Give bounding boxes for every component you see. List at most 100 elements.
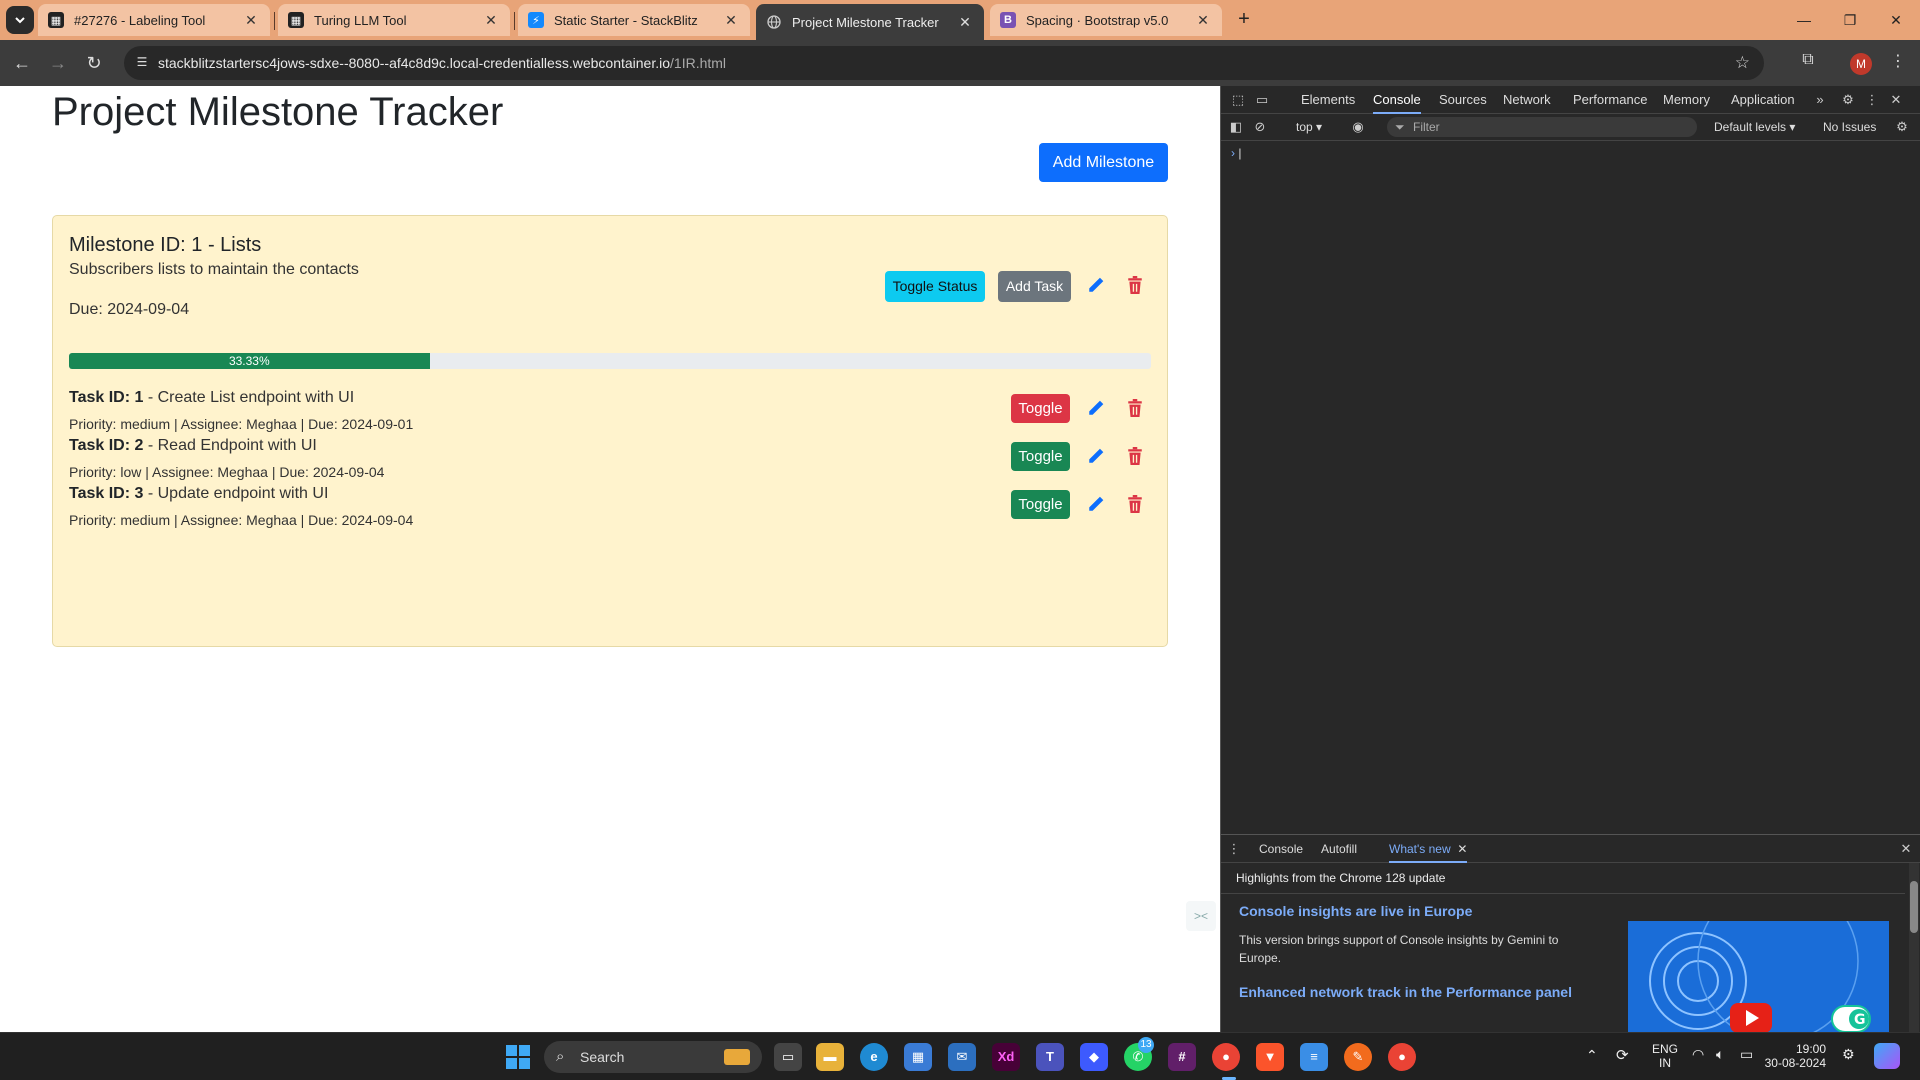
browser-tab-milestone-tracker[interactable]: Project Milestone Tracker ✕ xyxy=(756,4,984,40)
delete-milestone-icon[interactable] xyxy=(1127,276,1147,296)
add-task-button[interactable]: Add Task xyxy=(998,271,1071,302)
grammarly-icon[interactable]: G xyxy=(1831,1005,1871,1033)
drawer-tab-autofill[interactable]: Autofill xyxy=(1321,835,1357,863)
notepad-icon[interactable]: ≡ xyxy=(1300,1043,1328,1071)
chrome-profile-icon[interactable]: ● xyxy=(1388,1043,1416,1071)
extensions-icon[interactable]: ⧉ xyxy=(1796,51,1820,69)
volume-icon[interactable]: 🔈︎ xyxy=(1716,1046,1724,1063)
reload-button[interactable]: ↻ xyxy=(82,51,106,75)
task-title: Task ID: 3 - Update endpoint with UI xyxy=(69,485,329,502)
drawer-menu-icon[interactable]: ⋮ xyxy=(1225,840,1243,858)
whats-new-item-title[interactable]: Console insights are live in Europe xyxy=(1239,903,1472,919)
tab-title: Project Milestone Tracker xyxy=(792,14,939,30)
devtools-tab-sources[interactable]: Sources xyxy=(1439,86,1487,114)
sync-icon[interactable]: ⟳ xyxy=(1616,1046,1629,1064)
copilot-icon[interactable]: ◆ xyxy=(1080,1043,1108,1071)
issues-counter[interactable]: No Issues xyxy=(1823,120,1876,134)
devtools-menu-icon[interactable]: ⋮ xyxy=(1863,91,1881,109)
close-icon[interactable]: ✕ xyxy=(1194,12,1212,29)
eye-icon[interactable]: ◉ xyxy=(1349,118,1367,136)
wifi-icon[interactable]: ◠ xyxy=(1692,1046,1704,1063)
close-icon[interactable]: ✕ xyxy=(1887,91,1905,109)
address-bar[interactable]: ☰ stackblitzstartersc4jows-sdxe--8080--a… xyxy=(124,46,1764,80)
taskbar-search[interactable]: ⌕ Search xyxy=(544,1041,762,1073)
inspect-element-icon[interactable]: ⬚ xyxy=(1229,91,1247,109)
minimize-button[interactable]: — xyxy=(1784,8,1824,32)
close-icon[interactable]: ✕ xyxy=(242,12,260,29)
delete-task-icon[interactable] xyxy=(1127,399,1147,419)
forward-button[interactable]: → xyxy=(46,51,70,75)
clear-console-icon[interactable]: ⊘ xyxy=(1251,118,1269,136)
notifications-icon[interactable]: ⚙ xyxy=(1842,1046,1855,1063)
drawer-scrollbar-thumb[interactable] xyxy=(1910,881,1918,933)
edge-icon[interactable]: e xyxy=(860,1043,888,1071)
log-levels-dropdown[interactable]: Default levels ▾ xyxy=(1714,120,1795,134)
browser-tab-labeling-tool[interactable]: ▦ #27276 - Labeling Tool ✕ xyxy=(38,4,270,36)
devtools-tab-memory[interactable]: Memory xyxy=(1663,86,1710,114)
toggle-task-button[interactable]: Toggle xyxy=(1011,394,1070,423)
milestone-title: Milestone ID: 1 - Lists xyxy=(69,234,262,256)
browser-tab-bootstrap[interactable]: B Spacing · Bootstrap v5.0 ✕ xyxy=(990,4,1222,36)
context-selector[interactable]: top ▾ xyxy=(1296,120,1322,134)
toggle-task-button[interactable]: Toggle xyxy=(1011,442,1070,471)
show-hidden-icons[interactable]: ⌃ xyxy=(1586,1047,1598,1064)
edit-milestone-icon[interactable] xyxy=(1087,276,1107,296)
console-settings-icon[interactable]: ⚙ xyxy=(1893,118,1911,136)
more-tabs-icon[interactable]: » xyxy=(1811,91,1829,109)
file-explorer-icon[interactable]: ▬ xyxy=(816,1043,844,1071)
add-milestone-button[interactable]: Add Milestone xyxy=(1039,143,1168,182)
windows-start-icon[interactable] xyxy=(506,1045,530,1069)
devtools-tab-console[interactable]: Console xyxy=(1373,86,1421,114)
store-icon[interactable]: ▦ xyxy=(904,1043,932,1071)
delete-task-icon[interactable] xyxy=(1127,495,1147,515)
battery-icon[interactable]: ▭ xyxy=(1740,1046,1753,1063)
adobe-xd-icon[interactable]: Xd xyxy=(992,1043,1020,1071)
close-drawer-icon[interactable]: ✕ xyxy=(1897,840,1915,858)
sidebar-toggle-icon[interactable]: ◧ xyxy=(1227,118,1245,136)
brave-icon[interactable]: ▼ xyxy=(1256,1043,1284,1071)
task-view-icon[interactable]: ▭ xyxy=(774,1043,802,1071)
gear-icon[interactable]: ⚙ xyxy=(1839,91,1857,109)
language-indicator[interactable]: ENG IN xyxy=(1652,1042,1678,1070)
tab-search-button[interactable] xyxy=(6,6,34,34)
milestone-card: Milestone ID: 1 - Lists Subscribers list… xyxy=(52,215,1168,647)
site-info-icon[interactable]: ☰ xyxy=(134,55,150,71)
browser-tab-turing[interactable]: ▦ Turing LLM Tool ✕ xyxy=(278,4,510,36)
delete-task-icon[interactable] xyxy=(1127,447,1147,467)
slack-icon[interactable]: # xyxy=(1168,1043,1196,1071)
close-icon[interactable]: ✕ xyxy=(956,14,974,31)
mail-icon[interactable]: ✉ xyxy=(948,1043,976,1071)
close-icon[interactable]: ✕ xyxy=(722,12,740,29)
browser-tab-stackblitz[interactable]: ⚡ Static Starter - StackBlitz ✕ xyxy=(518,4,750,36)
console-prompt[interactable]: › | xyxy=(1231,146,1241,160)
postman-icon[interactable]: ✎ xyxy=(1344,1043,1372,1071)
profile-avatar[interactable]: M xyxy=(1850,53,1872,75)
chrome-icon[interactable]: ● xyxy=(1212,1043,1240,1071)
drawer-tab-console[interactable]: Console xyxy=(1259,835,1303,863)
edit-task-icon[interactable] xyxy=(1087,447,1107,467)
new-tab-button[interactable]: + xyxy=(1232,8,1256,32)
edit-task-icon[interactable] xyxy=(1087,399,1107,419)
devtools-tab-elements[interactable]: Elements xyxy=(1301,86,1355,114)
edit-task-icon[interactable] xyxy=(1087,495,1107,515)
close-icon[interactable]: ✕ xyxy=(1457,842,1467,856)
browser-menu-icon[interactable]: ⋮ xyxy=(1886,51,1910,71)
restore-button[interactable]: ❐ xyxy=(1830,8,1870,32)
devtools-tab-performance[interactable]: Performance xyxy=(1573,86,1647,114)
drawer-tab-whats-new[interactable]: What's new ✕ xyxy=(1389,835,1468,863)
toggle-status-button[interactable]: Toggle Status xyxy=(885,271,985,302)
close-icon[interactable]: ✕ xyxy=(482,12,500,29)
devtools-tab-application[interactable]: Application xyxy=(1731,86,1795,114)
devtools-tab-network[interactable]: Network xyxy=(1503,86,1551,114)
back-button[interactable]: ← xyxy=(10,51,34,75)
device-toolbar-icon[interactable]: ▭ xyxy=(1253,91,1271,109)
console-filter-input[interactable]: ⏷ Filter xyxy=(1387,117,1697,137)
clock[interactable]: 19:00 30-08-2024 xyxy=(1764,1042,1826,1070)
bookmark-star-icon[interactable]: ☆ xyxy=(1735,53,1750,73)
toggle-task-button[interactable]: Toggle xyxy=(1011,490,1070,519)
whats-new-item-title[interactable]: Enhanced network track in the Performanc… xyxy=(1239,984,1572,1000)
collapse-panel-icon[interactable]: >< xyxy=(1186,901,1216,931)
close-window-button[interactable]: ✕ xyxy=(1876,8,1916,32)
copilot-tray-icon[interactable] xyxy=(1874,1043,1900,1069)
teams-icon[interactable]: T xyxy=(1036,1043,1064,1071)
